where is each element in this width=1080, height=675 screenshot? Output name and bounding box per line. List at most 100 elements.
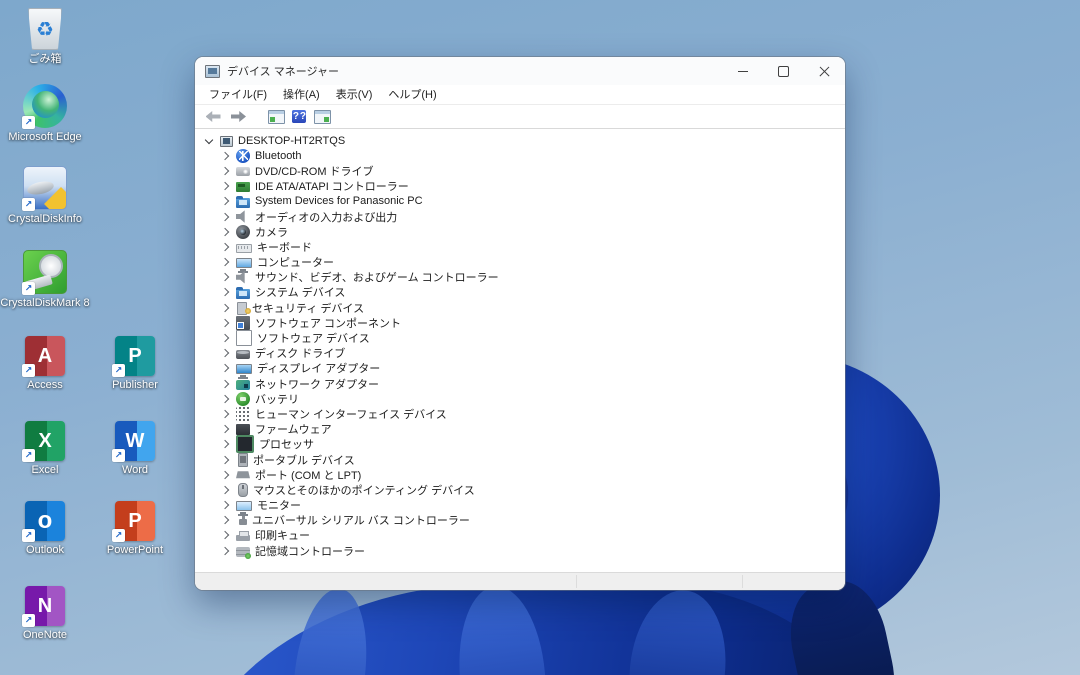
- desktop-icon-excel[interactable]: XExcel: [1, 417, 89, 476]
- tree-item-label: Bluetooth: [255, 150, 301, 162]
- tree-item-label: ユニバーサル シリアル バス コントローラー: [252, 512, 470, 528]
- tree-item[interactable]: バッテリ: [195, 391, 845, 406]
- desktop-icon-outlook[interactable]: oOutlook: [1, 497, 89, 556]
- tree-item-label: ソフトウェア デバイス: [257, 330, 370, 346]
- tree-item[interactable]: ユニバーサル シリアル バス コントローラー: [195, 513, 845, 528]
- expand-chevron[interactable]: [219, 229, 231, 235]
- expand-chevron[interactable]: [203, 139, 215, 143]
- expand-chevron[interactable]: [219, 381, 231, 387]
- close-button[interactable]: [804, 57, 845, 85]
- menu-view[interactable]: 表示(V): [328, 86, 381, 104]
- desktop-icon-crystaldiskmark-8[interactable]: CrystalDiskMark 8: [1, 250, 89, 309]
- chevron-down-icon: [205, 135, 213, 143]
- action-pane-icon: [314, 110, 331, 124]
- tree-item[interactable]: ネットワーク アダプター: [195, 376, 845, 391]
- console-tree-icon: [268, 110, 285, 124]
- desktop-icon-label: Access: [27, 379, 62, 391]
- tree-item[interactable]: ディスプレイ アダプター: [195, 361, 845, 376]
- expand-chevron[interactable]: [219, 244, 231, 250]
- tree-item[interactable]: キーボード: [195, 239, 845, 254]
- expand-chevron[interactable]: [219, 198, 231, 204]
- desktop-icon-crystaldiskinfo[interactable]: CrystalDiskInfo: [1, 166, 89, 225]
- tree-item[interactable]: DESKTOP-HT2RTQS: [195, 133, 845, 148]
- tree-item[interactable]: カメラ: [195, 224, 845, 239]
- tree-item[interactable]: ソフトウェア デバイス: [195, 330, 845, 345]
- menu-action[interactable]: 操作(A): [275, 86, 328, 104]
- tree-item[interactable]: モニター: [195, 498, 845, 513]
- maximize-button[interactable]: [763, 57, 804, 85]
- expand-chevron[interactable]: [219, 548, 231, 554]
- tree-item[interactable]: IDE ATA/ATAPI コントローラー: [195, 179, 845, 194]
- desktop-icon-word[interactable]: WWord: [91, 417, 179, 476]
- title-bar[interactable]: デバイス マネージャー: [195, 57, 845, 85]
- expand-chevron[interactable]: [219, 517, 231, 523]
- desktop-icon-publisher[interactable]: PPublisher: [91, 332, 179, 391]
- desktop-icon-access[interactable]: AAccess: [1, 332, 89, 391]
- help-button[interactable]: [292, 110, 306, 123]
- console-tree-button[interactable]: [267, 108, 285, 126]
- tree-item[interactable]: ファームウェア: [195, 422, 845, 437]
- desktop-icon-recycle-bin[interactable]: ごみ箱: [1, 6, 89, 65]
- tree-item[interactable]: DVD/CD-ROM ドライブ: [195, 163, 845, 178]
- desktop-icon-powerpoint[interactable]: PPowerPoint: [91, 497, 179, 556]
- tree-item[interactable]: ディスク ドライブ: [195, 346, 845, 361]
- chevron-right-icon: [221, 243, 229, 251]
- tree-item[interactable]: System Devices for Panasonic PC: [195, 194, 845, 209]
- expand-chevron[interactable]: [219, 532, 231, 538]
- tree-item[interactable]: 記憶域コントローラー: [195, 543, 845, 558]
- expand-chevron[interactable]: [219, 274, 231, 280]
- tree-item[interactable]: オーディオの入力および出力: [195, 209, 845, 224]
- disk-icon: [236, 350, 250, 359]
- tree-item[interactable]: ポート (COM と LPT): [195, 467, 845, 482]
- expand-chevron[interactable]: [219, 183, 231, 189]
- expand-chevron[interactable]: [219, 396, 231, 402]
- expand-chevron[interactable]: [219, 502, 231, 508]
- tree-item[interactable]: コンピューター: [195, 255, 845, 270]
- expand-chevron[interactable]: [219, 426, 231, 432]
- tree-item[interactable]: ソフトウェア コンポーネント: [195, 315, 845, 330]
- expand-chevron[interactable]: [219, 335, 231, 341]
- action-pane-button[interactable]: [313, 108, 331, 126]
- tree-item[interactable]: 印刷キュー: [195, 528, 845, 543]
- expand-chevron[interactable]: [219, 441, 231, 447]
- tree-item[interactable]: マウスとそのほかのポインティング デバイス: [195, 482, 845, 497]
- tree-item-label: マウスとそのほかのポインティング デバイス: [253, 482, 475, 498]
- desktop-icon-onenote[interactable]: NOneNote: [1, 582, 89, 641]
- swcomp-icon: [236, 316, 250, 330]
- tree-item[interactable]: Bluetooth: [195, 148, 845, 163]
- tree-item-label: コンピューター: [257, 254, 334, 270]
- tree-item-label: System Devices for Panasonic PC: [255, 195, 423, 207]
- expand-chevron[interactable]: [219, 289, 231, 295]
- desktop-icon-microsoft-edge[interactable]: Microsoft Edge: [1, 84, 89, 143]
- expand-chevron[interactable]: [219, 411, 231, 417]
- tree-item[interactable]: システム デバイス: [195, 285, 845, 300]
- chevron-right-icon: [221, 227, 229, 235]
- expand-chevron[interactable]: [219, 457, 231, 463]
- expand-chevron[interactable]: [219, 168, 231, 174]
- menu-file[interactable]: ファイル(F): [201, 86, 275, 104]
- expand-chevron[interactable]: [219, 153, 231, 159]
- swdev-icon: [236, 330, 252, 346]
- tree-item-label: オーディオの入力および出力: [255, 209, 397, 225]
- minimize-button[interactable]: [722, 57, 763, 85]
- tree-item[interactable]: ヒューマン インターフェイス デバイス: [195, 406, 845, 421]
- expand-chevron[interactable]: [219, 350, 231, 356]
- expand-chevron[interactable]: [219, 365, 231, 371]
- expand-chevron[interactable]: [219, 472, 231, 478]
- back-button[interactable]: [204, 108, 222, 126]
- expand-chevron[interactable]: [219, 305, 231, 311]
- onenote-tile: N: [25, 586, 65, 626]
- port-icon: [236, 468, 250, 482]
- tree-item[interactable]: ポータブル デバイス: [195, 452, 845, 467]
- tree-item-label: ソフトウェア コンポーネント: [255, 315, 401, 331]
- expand-chevron[interactable]: [219, 487, 231, 493]
- tree-item[interactable]: プロセッサ: [195, 437, 845, 452]
- menu-help[interactable]: ヘルプ(H): [380, 86, 444, 104]
- expand-chevron[interactable]: [219, 214, 231, 220]
- tree-item[interactable]: サウンド、ビデオ、およびゲーム コントローラー: [195, 270, 845, 285]
- expand-chevron[interactable]: [219, 320, 231, 326]
- forward-button[interactable]: [229, 108, 247, 126]
- tree-item[interactable]: セキュリティ デバイス: [195, 300, 845, 315]
- tree-item-label: プロセッサ: [259, 436, 314, 452]
- expand-chevron[interactable]: [219, 259, 231, 265]
